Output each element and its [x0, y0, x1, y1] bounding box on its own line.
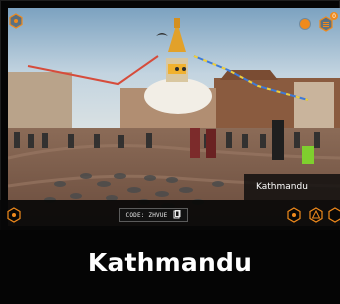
code-label: CODE: ZHVUE: [125, 211, 168, 219]
triangle-hex-icon[interactable]: [308, 207, 324, 223]
hexagon-icon[interactable]: [6, 207, 22, 223]
code-button[interactable]: CODE: ZHVUE: [119, 208, 188, 222]
hexagon-icon[interactable]: [9, 13, 23, 29]
page-title: Kathmandu: [87, 248, 253, 277]
copy-icon: [173, 210, 181, 219]
hexagon-icon[interactable]: [326, 207, 340, 223]
hud-top-controls: 0: [300, 12, 338, 32]
hexagon-icon[interactable]: [286, 207, 302, 223]
action-dot-button[interactable]: [300, 19, 310, 29]
notification-badge: 0: [330, 12, 338, 20]
menu-hex-button[interactable]: 0: [318, 12, 338, 32]
location-label: Kathmandu: [244, 174, 340, 200]
